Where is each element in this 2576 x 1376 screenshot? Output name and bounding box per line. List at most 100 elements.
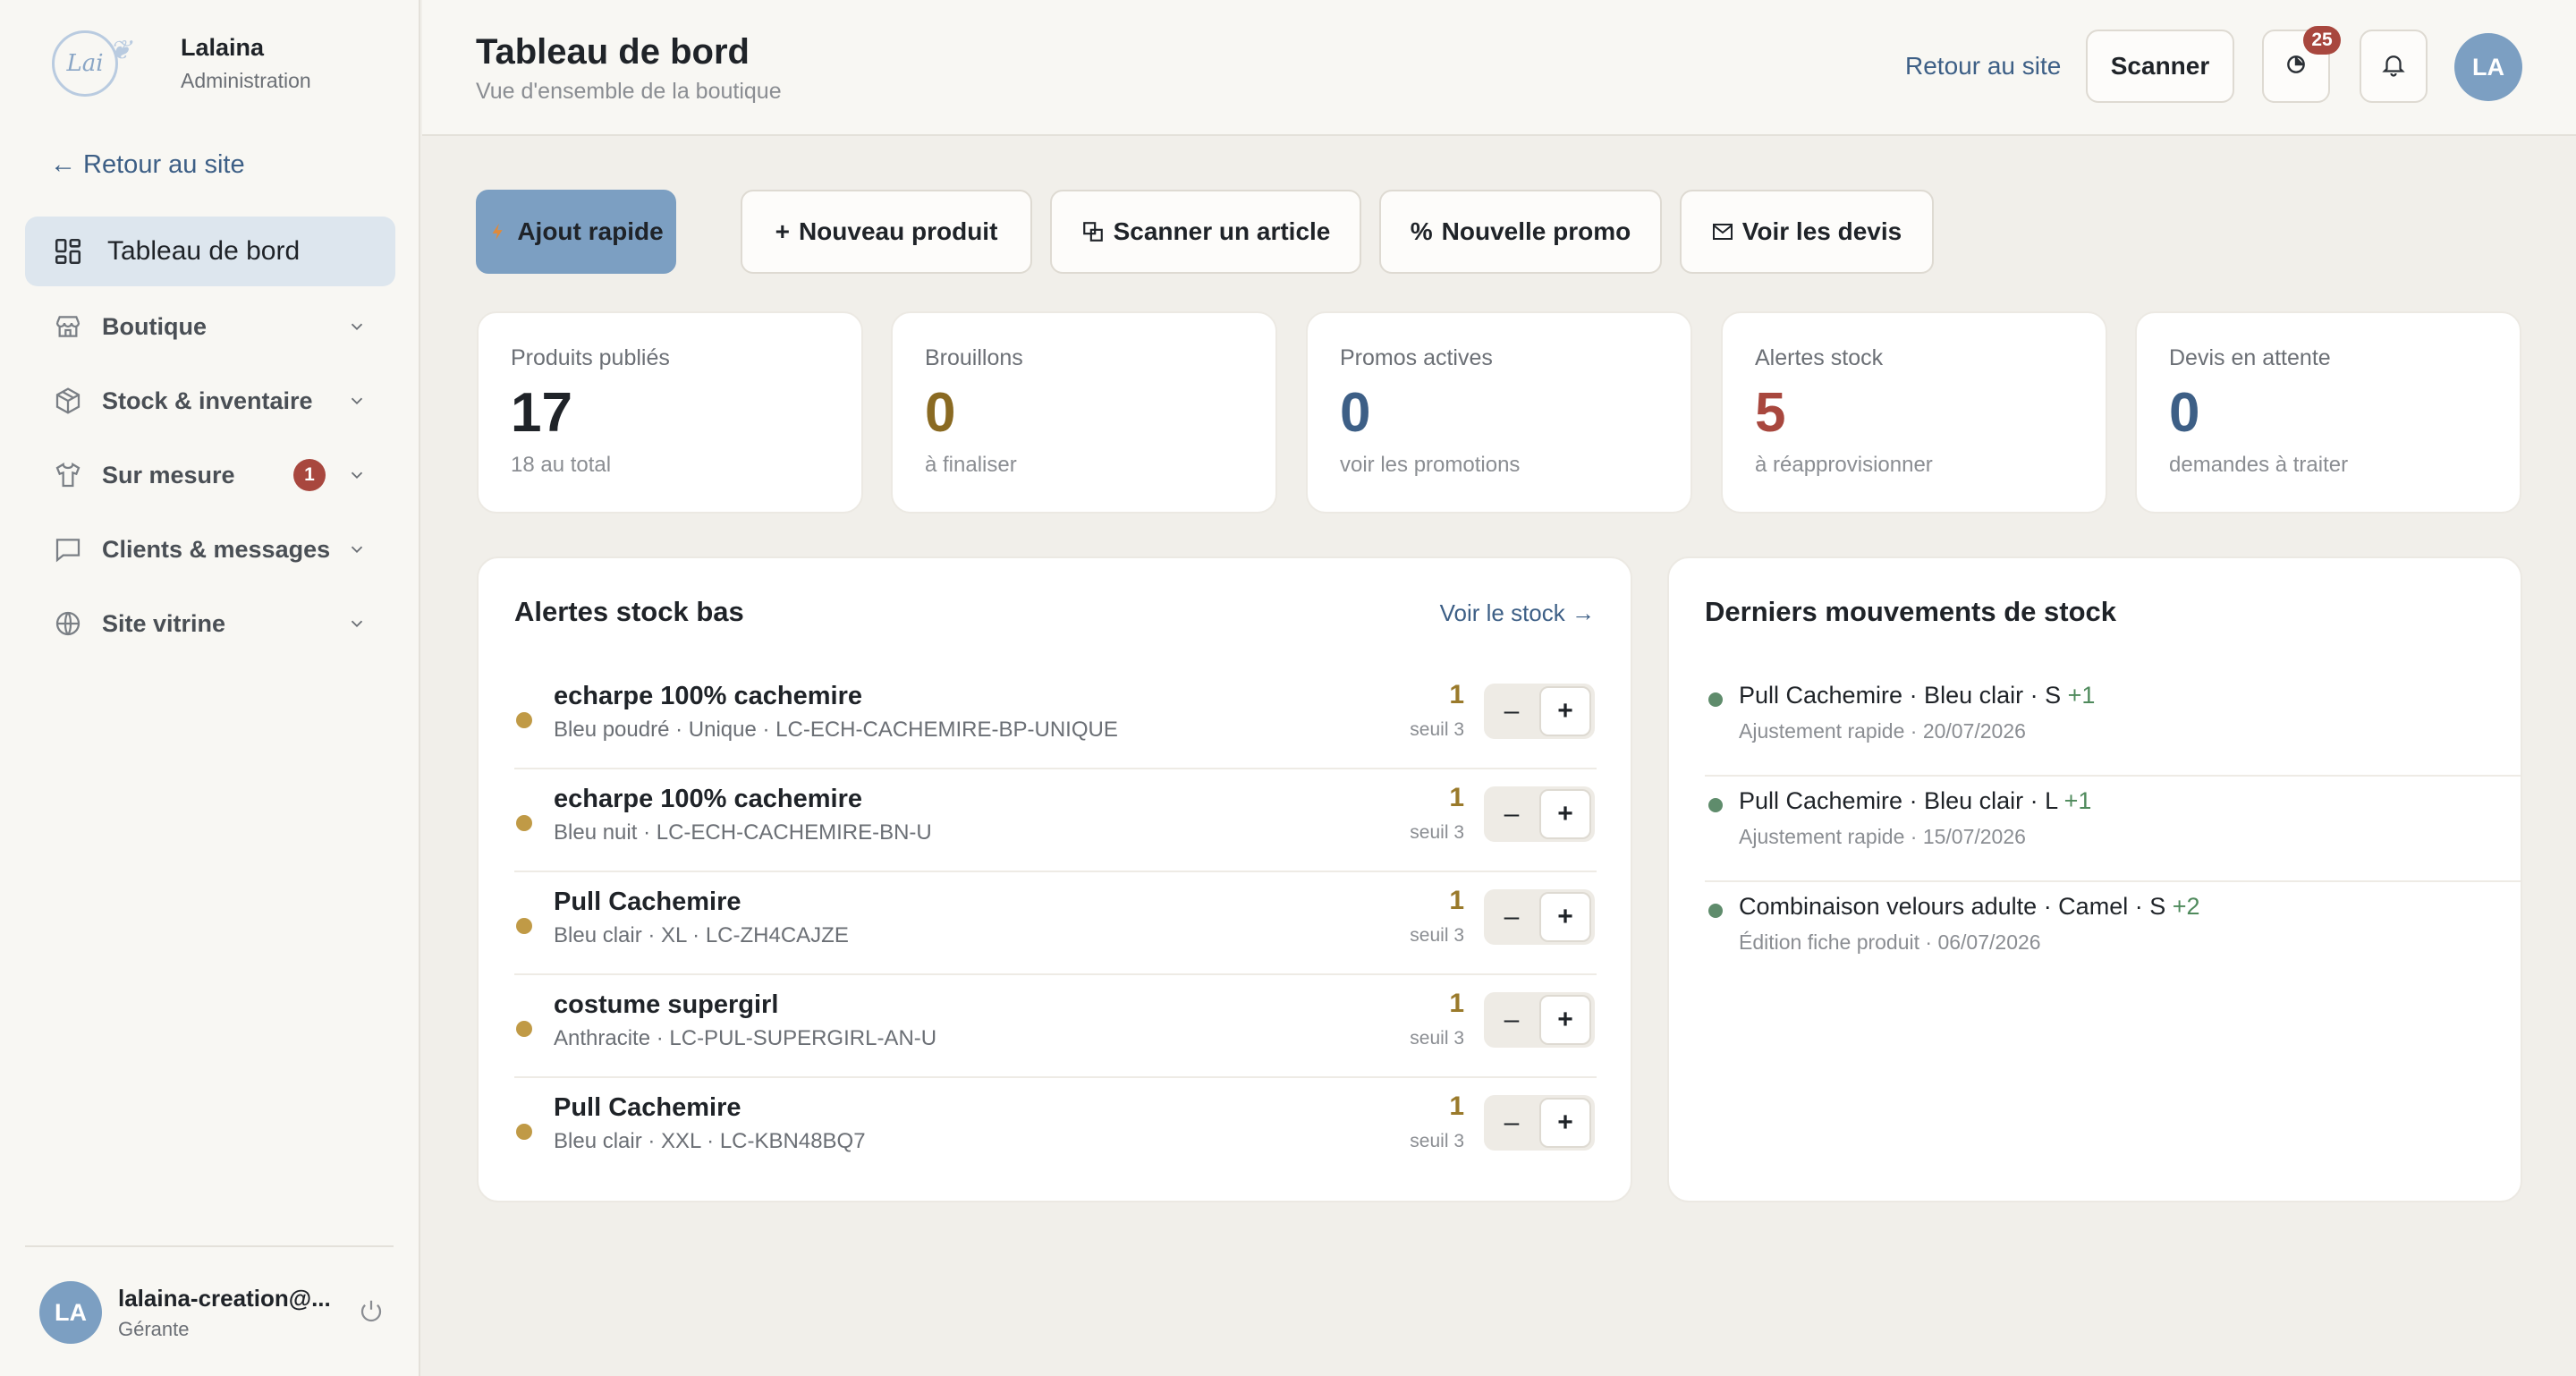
stat-value: 0: [1340, 382, 1371, 444]
chevron-down-icon[interactable]: [343, 536, 370, 563]
quick-action-label: Nouveau produit: [798, 217, 998, 245]
decrement-button[interactable]: –: [1484, 684, 1539, 739]
sidebar-item-label: Sur mesure: [102, 461, 235, 488]
decrement-button[interactable]: –: [1484, 786, 1539, 842]
quantity-stepper: – +: [1484, 684, 1595, 739]
product-name[interactable]: costume supergirl: [554, 990, 778, 1020]
stat-card-stock-alerts[interactable]: Alertes stock 5 à réapprovisionner: [1721, 311, 2107, 514]
sidebar-item-site-vitrine[interactable]: Site vitrine: [25, 589, 395, 658]
product-name[interactable]: echarpe 100% cachemire: [554, 682, 862, 711]
product-meta: Bleu nuit · LC-ECH-CACHEMIRE-BN-U: [554, 820, 932, 845]
chevron-down-icon[interactable]: [343, 387, 370, 414]
header-avatar[interactable]: LA: [2454, 33, 2522, 101]
sidebar-divider: [25, 1245, 394, 1247]
percent-icon: %: [1410, 217, 1433, 245]
stat-label: Brouillons: [925, 345, 1023, 370]
stat-card-quotes[interactable]: Devis en attente 0 demandes à traiter: [2135, 311, 2521, 514]
chevron-down-icon[interactable]: [343, 313, 370, 340]
increment-button[interactable]: +: [1539, 1098, 1591, 1148]
header-back-link[interactable]: Retour au site: [1905, 52, 2061, 81]
sidebar-item-stock[interactable]: Stock & inventaire: [25, 366, 395, 436]
movement-meta: Ajustement rapide · 20/07/2026: [1739, 719, 2026, 743]
stat-label: Alertes stock: [1755, 345, 1884, 370]
quick-add-button[interactable]: Ajout rapide: [476, 190, 676, 274]
stat-card-promos[interactable]: Promos actives 0 voir les promotions: [1306, 311, 1692, 514]
sidebar: Lai ❦ Lalaina Administration ← Retour au…: [0, 0, 420, 1376]
product-name[interactable]: Pull Cachemire: [554, 1093, 741, 1123]
product-name[interactable]: Pull Cachemire: [554, 888, 741, 917]
dashboard-icon: [50, 234, 86, 269]
new-promo-button[interactable]: % Nouvelle promo: [1379, 190, 1662, 274]
status-dot: [1708, 798, 1723, 812]
sidebar-item-sur-mesure[interactable]: Sur mesure 1: [25, 440, 395, 510]
chevron-down-icon[interactable]: [343, 610, 370, 637]
quick-action-label: Ajout rapide: [517, 217, 664, 245]
stat-note: voir les promotions: [1340, 453, 1521, 477]
chevron-down-icon[interactable]: [343, 462, 370, 488]
lightning-icon: [488, 220, 508, 243]
shirt-icon: [50, 457, 86, 493]
stock-threshold: seuil 3: [1410, 719, 1464, 740]
new-product-button[interactable]: + Nouveau produit: [741, 190, 1032, 274]
status-dot: [516, 1124, 532, 1140]
logo-text: Lai: [66, 50, 104, 77]
sidebar-item-label: Boutique: [102, 312, 207, 340]
avatar: LA: [39, 1281, 102, 1344]
pie-chart-icon: [2284, 53, 2308, 81]
scan-article-button[interactable]: Scanner un article: [1050, 190, 1361, 274]
sidebar-back-link[interactable]: ← Retour au site: [50, 150, 245, 180]
box-icon: [50, 383, 86, 419]
view-stock-link[interactable]: Voir le stock →: [1440, 599, 1595, 627]
movement-product: Pull Cachemire · Bleu clair · S: [1739, 682, 2062, 709]
status-dot: [1708, 692, 1723, 707]
sidebar-item-label: Stock & inventaire: [102, 386, 313, 414]
movement-delta: +1: [2063, 787, 2092, 814]
increment-button[interactable]: +: [1539, 892, 1591, 942]
increment-button[interactable]: +: [1539, 686, 1591, 736]
globe-icon: [50, 606, 86, 641]
stat-note: à réapprovisionner: [1755, 453, 1933, 477]
decrement-button[interactable]: –: [1484, 889, 1539, 945]
brand[interactable]: Lai ❦ Lalaina Administration: [52, 30, 311, 97]
page-subtitle: Vue d'ensemble de la boutique: [476, 79, 782, 104]
stat-card-published[interactable]: Produits publiés 17 18 au total: [477, 311, 863, 514]
activity-badge: 25: [2303, 26, 2341, 55]
quick-action-label: Voir les devis: [1741, 217, 1902, 245]
stat-value: 0: [925, 382, 956, 444]
sidebar-item-clients[interactable]: Clients & messages: [25, 514, 395, 584]
table-row: Pull Cachemire Bleu clair · XXL · LC-KBN…: [514, 1079, 1597, 1181]
user-profile[interactable]: LA lalaina-creation@... Gérante: [39, 1281, 388, 1344]
quantity-stepper: – +: [1484, 786, 1595, 842]
sidebar-item-dashboard[interactable]: Tableau de bord: [25, 217, 395, 286]
increment-button[interactable]: +: [1539, 995, 1591, 1045]
quick-action-label: Nouvelle promo: [1441, 217, 1631, 245]
stat-label: Promos actives: [1340, 345, 1493, 370]
activity-button[interactable]: 25: [2262, 26, 2341, 103]
user-email: lalaina-creation@...: [118, 1284, 331, 1312]
panel-title: Alertes stock bas: [514, 596, 744, 627]
list-item: Pull Cachemire · Bleu clair · L +1 Ajust…: [1705, 777, 2521, 882]
stat-label: Produits publiés: [511, 345, 670, 370]
decrement-button[interactable]: –: [1484, 992, 1539, 1048]
increment-button[interactable]: +: [1539, 789, 1591, 839]
stock-threshold: seuil 3: [1410, 925, 1464, 946]
status-dot: [516, 815, 532, 831]
page-title: Tableau de bord: [476, 32, 750, 72]
low-stock-panel: Alertes stock bas Voir le stock → echarp…: [477, 556, 1632, 1202]
table-row: echarpe 100% cachemire Bleu poudré · Uni…: [514, 667, 1597, 769]
stock-qty: 1: [1449, 783, 1464, 812]
product-name[interactable]: echarpe 100% cachemire: [554, 785, 862, 814]
stat-card-drafts[interactable]: Brouillons 0 à finaliser: [891, 311, 1277, 514]
bell-icon: [2380, 51, 2407, 82]
movement-product: Combinaison velours adulte · Camel · S: [1739, 893, 2166, 920]
sidebar-item-boutique[interactable]: Boutique: [25, 292, 395, 361]
scan-button[interactable]: Scanner: [2086, 30, 2234, 103]
message-icon: [50, 531, 86, 567]
notifications-button[interactable]: [2360, 30, 2428, 103]
power-icon[interactable]: [358, 1297, 388, 1328]
decrement-button[interactable]: –: [1484, 1095, 1539, 1151]
movement-title: Combinaison velours adulte · Camel · S +…: [1739, 893, 2200, 921]
stat-value: 5: [1755, 382, 1786, 444]
view-quotes-button[interactable]: Voir les devis: [1680, 190, 1934, 274]
leaf-icon: ❦: [108, 35, 131, 66]
